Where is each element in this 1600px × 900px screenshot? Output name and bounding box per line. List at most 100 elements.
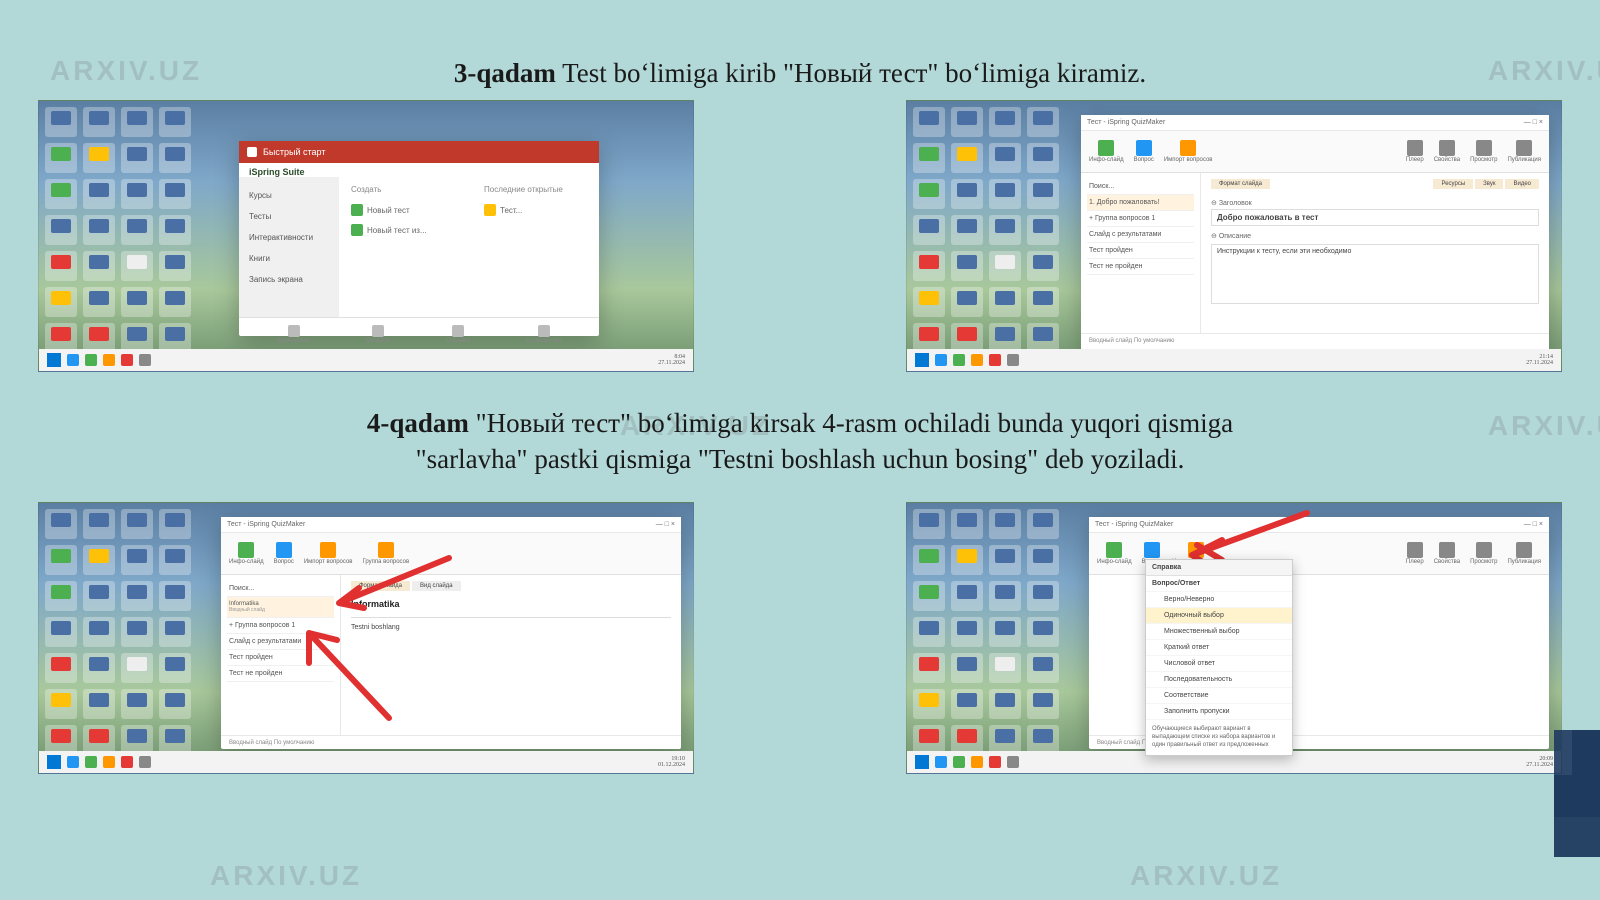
ribbon-player[interactable]: Плеер (1406, 140, 1424, 163)
taskbar: 8:04 27.11.2024 (39, 349, 693, 371)
pass-item[interactable]: Тест пройден (227, 650, 334, 666)
ribbon-props[interactable]: Свойства (1434, 140, 1460, 163)
sidebar-books[interactable]: Книги (239, 248, 339, 269)
tab-sound[interactable]: Звук (1475, 179, 1503, 189)
ribbon-publish[interactable]: Публикация (1507, 542, 1541, 565)
ribbon-question[interactable]: Вопрос (274, 542, 294, 565)
ribbon-player[interactable]: Плеер (1406, 542, 1424, 565)
taskbar-icon[interactable] (139, 354, 151, 366)
ribbon-preview[interactable]: Просмотр (1470, 542, 1497, 565)
screenshot-2: Тест - iSpring QuizMaker — □ × Инфо-слай… (906, 100, 1562, 372)
decorative-squares (1540, 730, 1600, 860)
group-item[interactable]: + Группа вопросов 1 (227, 618, 334, 634)
quizmaker-window: Тест - iSpring QuizMaker — □ × Инфо-слай… (1089, 517, 1549, 749)
dd-description: Обучающиеся выбирают вариант в выпадающе… (1146, 720, 1292, 755)
dd-vv[interactable]: Верно/Неверно (1146, 592, 1292, 608)
ribbon-question[interactable]: Вопрос (1134, 140, 1154, 163)
footer-videos[interactable]: Видеоуроки (277, 325, 310, 344)
footer-help[interactable]: Справка (447, 325, 471, 344)
intro-slide[interactable]: Informatika Вводный слайд (227, 597, 334, 618)
dd-fill[interactable]: Заполнить пропуски (1146, 704, 1292, 720)
ribbon-props[interactable]: Свойства (1434, 542, 1460, 565)
dd-num[interactable]: Числовой ответ (1146, 656, 1292, 672)
dd-seq[interactable]: Последовательность (1146, 672, 1292, 688)
titlebar-text: Быстрый старт (263, 147, 325, 157)
step4-label: 4-qadam (367, 408, 469, 438)
dd-match[interactable]: Соответствие (1146, 688, 1292, 704)
fail-item[interactable]: Тест не пройден (227, 666, 334, 682)
quickstart-titlebar: Быстрый старт (239, 141, 599, 163)
ribbon-preview[interactable]: Просмотр (1470, 140, 1497, 163)
ribbon-infoslide[interactable]: Инфо-слайд (1097, 542, 1132, 565)
qm-statusbar: Вводный слайд По умолчанию (1081, 333, 1549, 347)
ribbon-import[interactable]: Импорт вопросов (304, 542, 353, 565)
app-icon (247, 147, 257, 157)
qm-statusbar: Вводный слайд По умолчанию (221, 735, 681, 749)
qm-titlebar: Тест - iSpring QuizMaker — □ × (1081, 115, 1549, 131)
close-icon[interactable]: — □ × (1524, 521, 1543, 528)
results-item[interactable]: Слайд с результатами (1087, 227, 1194, 243)
taskbar-clock: 19:10 01.12.2024 (658, 756, 685, 768)
ribbon-infoslide[interactable]: Инфо-слайд (229, 542, 264, 565)
intro-slide-item[interactable]: 1. Добро пожаловать! (1087, 195, 1194, 211)
sidebar-recording[interactable]: Запись экрана (239, 269, 339, 290)
ribbon-group[interactable]: Группа вопросов (362, 542, 409, 565)
brand-label: iSpring Suite (239, 163, 599, 177)
start-button[interactable] (47, 353, 61, 367)
desktop-icons (913, 107, 1063, 345)
recent-item[interactable]: Тест... (484, 200, 587, 220)
close-icon[interactable]: — □ × (656, 521, 675, 528)
pass-item[interactable]: Тест пройден (1087, 243, 1194, 259)
dd-multi[interactable]: Множественный выбор (1146, 624, 1292, 640)
footer-faq[interactable]: Вопросы (366, 325, 391, 344)
title-input[interactable]: Informatika (351, 597, 671, 611)
sidebar-interact[interactable]: Интерактивности (239, 227, 339, 248)
tab-video[interactable]: Видео (1505, 179, 1539, 189)
search-field[interactable]: Поиск... (1087, 179, 1194, 195)
watermark: ARXIV.UZ (1130, 860, 1282, 892)
qm-slides-panel: Поиск... 1. Добро пожаловать! + Группа в… (1081, 173, 1201, 333)
new-test-from-item[interactable]: Новый тест из... (351, 220, 454, 240)
close-icon[interactable]: — □ × (1524, 119, 1543, 126)
ribbon-infoslide[interactable]: Инфо-слайд (1089, 140, 1124, 163)
taskbar-icon[interactable] (85, 354, 97, 366)
step4-heading: 4-qadam "Новый тест" boʻlimiga kirsak 4-… (0, 405, 1600, 478)
watermark: ARXIV.UZ (210, 860, 362, 892)
taskbar: 21:14 27.11.2024 (907, 349, 1561, 371)
step3-text: Test boʻlimiga kirib "Новый тест" boʻlim… (556, 58, 1146, 88)
quizmaker-window: Тест - iSpring QuizMaker — □ × Инфо-слай… (1081, 115, 1549, 351)
tab-format[interactable]: Формат слайда (351, 581, 410, 591)
title-input[interactable]: Добро пожаловать в тест (1211, 209, 1539, 226)
dd-short[interactable]: Краткий ответ (1146, 640, 1292, 656)
desktop-icons (45, 509, 195, 747)
footer-community[interactable]: Сообщество (526, 325, 561, 344)
desc-input[interactable]: Testni boshlang (351, 624, 671, 631)
group-item[interactable]: + Группа вопросов 1 (1087, 211, 1194, 227)
sidebar-courses[interactable]: Курсы (239, 185, 339, 206)
taskbar-icon[interactable] (121, 354, 133, 366)
ribbon-publish[interactable]: Публикация (1507, 140, 1541, 163)
dd-single[interactable]: Одиночный выбор (1146, 608, 1292, 624)
results-item[interactable]: Слайд с результатами (227, 634, 334, 650)
step3-heading: 3-qadam Test boʻlimiga kirib "Новый тест… (0, 55, 1600, 91)
desc-label: ⊖ Описание (1211, 232, 1539, 240)
step3-label: 3-qadam (454, 58, 556, 88)
qm-editor: Формат слайда Ресурсы Звук Видео ⊖ Загол… (1201, 173, 1549, 333)
fail-item[interactable]: Тест не пройден (1087, 259, 1194, 275)
desktop-icons (45, 107, 195, 345)
start-button[interactable] (915, 755, 929, 769)
sidebar-tests[interactable]: Тесты (239, 206, 339, 227)
new-test-item[interactable]: Новый тест (351, 200, 454, 220)
start-button[interactable] (47, 755, 61, 769)
tab-resources[interactable]: Ресурсы (1433, 179, 1473, 189)
ribbon-import[interactable]: Импорт вопросов (1164, 140, 1213, 163)
taskbar-icon[interactable] (103, 354, 115, 366)
qm-slides-panel: Поиск... Informatika Вводный слайд + Гру… (221, 575, 341, 735)
search-field[interactable]: Поиск... (227, 581, 334, 597)
tab-view[interactable]: Вид слайда (412, 581, 461, 591)
tab-format[interactable]: Формат слайда (1211, 179, 1270, 189)
taskbar-icon[interactable] (67, 354, 79, 366)
desc-input[interactable]: Инструкции к тесту, если эти необходимо (1211, 244, 1539, 304)
start-button[interactable] (915, 353, 929, 367)
question-type-dropdown: Справка Вопрос/Ответ Верно/Неверно Одино… (1145, 559, 1293, 756)
